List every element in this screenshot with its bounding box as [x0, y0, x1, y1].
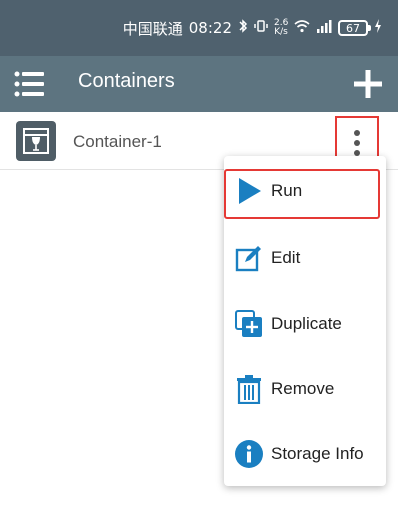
clock: 08:22: [188, 19, 232, 37]
status-indicators: 中国联通 08:22 2.6 K/s 67: [123, 17, 382, 39]
duplicate-icon: [234, 309, 264, 339]
more-vertical-icon: [354, 130, 360, 136]
add-container-button[interactable]: [348, 64, 388, 104]
status-bar: 中国联通 08:22 2.6 K/s 67: [0, 0, 398, 56]
battery-indicator: 67: [338, 20, 371, 36]
charging-icon: [374, 19, 382, 37]
bluetooth-icon: [238, 19, 248, 37]
container-wine-icon: [16, 121, 56, 161]
wifi-icon: [294, 19, 310, 37]
menu-item-label: Run: [271, 181, 303, 200]
menu-item-run[interactable]: Run: [224, 160, 386, 222]
menu-item-storage-info[interactable]: Storage Info: [224, 423, 386, 485]
menu-item-label: Storage Info: [271, 444, 364, 463]
edit-icon: [234, 243, 264, 273]
play-icon: [234, 176, 264, 206]
vibrate-icon: [254, 19, 268, 37]
trash-icon: [234, 374, 264, 404]
plus-icon: [354, 70, 382, 98]
menu-item-duplicate[interactable]: Duplicate: [224, 293, 386, 355]
signal-icon: [316, 19, 332, 37]
container-context-menu: Run Edit Duplicate Remove Storage Info: [224, 156, 386, 486]
menu-item-label: Edit: [271, 248, 301, 267]
network-speed: 2.6 K/s: [274, 18, 289, 37]
menu-item-remove[interactable]: Remove: [224, 358, 386, 420]
page-title: Containers: [78, 70, 175, 92]
carrier-label: 中国联通: [122, 19, 183, 38]
app-bar: Containers: [0, 56, 398, 112]
container-name: Container-1: [73, 132, 162, 151]
more-vertical-dot: [354, 140, 360, 146]
menu-button[interactable]: [12, 66, 48, 102]
menu-item-label: Remove: [271, 379, 335, 398]
menu-item-edit[interactable]: Edit: [224, 227, 386, 289]
menu-item-label: Duplicate: [271, 314, 342, 333]
info-icon: [234, 439, 264, 469]
hamburger-menu-icon: [14, 71, 44, 97]
